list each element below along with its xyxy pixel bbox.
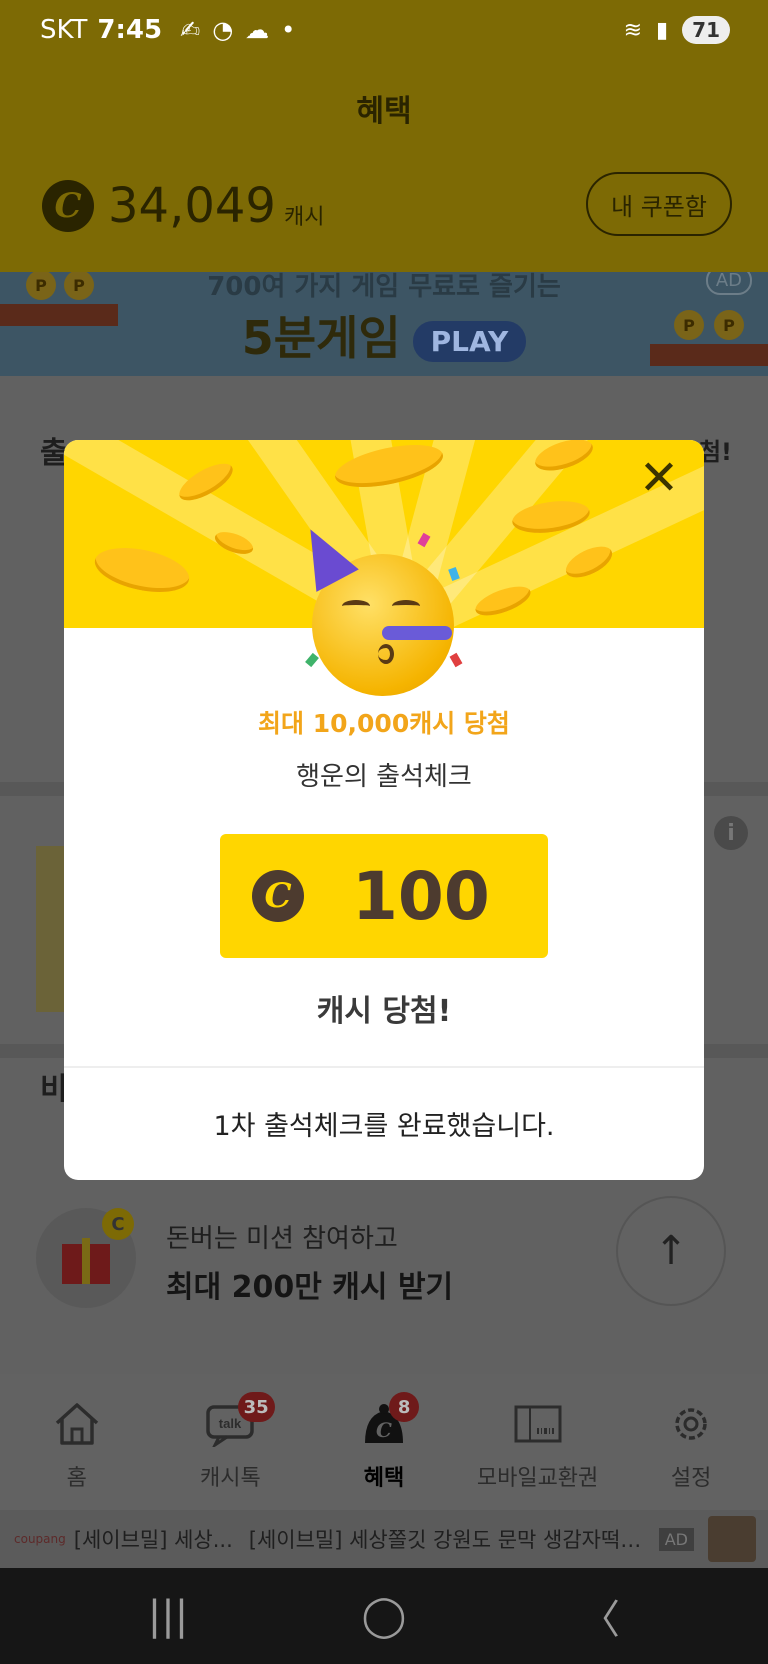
svg-text:talk: talk (219, 1416, 242, 1431)
game-banner[interactable]: P P P P 700여 가지 게임 무료로 즐기는 5분게임 PLAY AD (0, 272, 768, 376)
info-icon[interactable]: i (714, 816, 748, 850)
cash-coin-icon: C (252, 870, 304, 922)
mission-card[interactable]: C 돈버는 미션 참여하고 최대 200만 캐시 받기 ↑ (0, 1196, 768, 1336)
scroll-to-top-button[interactable]: ↑ (616, 1196, 726, 1306)
cash-amount: 34,049 (108, 178, 276, 234)
sync-icon: ◔ (212, 16, 234, 44)
nav-benefits[interactable]: 8 C 혜택 (307, 1374, 461, 1510)
coupang-logo: coupang (14, 1532, 66, 1546)
voucher-icon (512, 1400, 564, 1448)
play-badge: PLAY (412, 321, 527, 362)
nav-home-label: 홈 (66, 1466, 87, 1491)
gold-coin-decoration (90, 540, 194, 600)
gift-icon: C (36, 1208, 136, 1308)
page-header: 혜택 C 34,049 캐시 내 쿠폰함 (0, 60, 768, 272)
carrier-label: SKT (40, 15, 88, 45)
back-button[interactable]: 〈 (550, 1587, 650, 1645)
attendance-complete-message: 1차 출석체크를 완료했습니다. (213, 1111, 555, 1142)
dot-icon: • (281, 16, 296, 44)
benefits-badge: 8 (389, 1392, 420, 1422)
cloud-icon: ☁ (245, 16, 270, 44)
system-navigation-bar: ||| ◯ 〈 (0, 1568, 768, 1664)
cashtalk-badge: 35 (237, 1392, 275, 1422)
ad-label: AD (705, 272, 752, 295)
close-button[interactable]: ✕ (636, 454, 682, 504)
cash-unit: 캐시 (283, 205, 325, 230)
cash-won-label: 캐시 당첨! (316, 994, 452, 1029)
nav-benefits-label: 혜택 (363, 1466, 405, 1491)
modal-subtitle: 최대 10,000캐시 당첨 (258, 709, 510, 738)
bottom-navigation: 홈 35 talk 캐시톡 8 C 혜택 모바일교환권 설정 (0, 1374, 768, 1510)
ad-product-thumbnail (708, 1516, 756, 1562)
modal-divider (64, 1066, 704, 1068)
party-face-icon (289, 518, 468, 696)
home-icon (51, 1400, 103, 1448)
banner-title: 5분게임 PLAY (0, 302, 768, 368)
ad-text-secondary: [세이브밀] 세상쫄깃 강원도 문막 생감자떡 ... (248, 1528, 645, 1552)
signal-icon: ▮ (656, 17, 669, 43)
home-button[interactable]: ◯ (334, 1593, 434, 1639)
cash-balance: C 34,049 캐시 (42, 178, 324, 234)
gear-icon (665, 1400, 717, 1448)
wifi-icon: ≋ (623, 17, 643, 43)
notification-app-icon: ✍ (180, 16, 201, 44)
battery-indicator: 71 (682, 16, 730, 44)
prize-box: C 100 (220, 834, 548, 958)
cash-coin-icon: C (42, 180, 94, 232)
mission-description: 돈버는 미션 참여하고 (166, 1224, 398, 1254)
my-coupons-button[interactable]: 내 쿠폰함 (586, 172, 732, 236)
banner-title-text: 5분게임 (241, 311, 401, 365)
attendance-reward-modal: ✕ 최대 10,000캐시 당첨 행운의 출석체크 C 100 캐시 당첨! 1… (64, 440, 704, 1180)
nav-cashtalk[interactable]: 35 talk 캐시톡 (154, 1374, 308, 1510)
nav-settings[interactable]: 설정 (614, 1374, 768, 1510)
mission-reward: 최대 200만 캐시 받기 (166, 1270, 454, 1305)
status-bar: SKT 7:45 ✍ ◔ ☁ • ≋ ▮ 71 (0, 0, 768, 60)
svg-text:C: C (376, 1418, 392, 1442)
ad-text-primary: [세이브밀] 세상... (73, 1528, 233, 1552)
nav-settings-label: 설정 (670, 1466, 712, 1491)
page-title: 혜택 (356, 94, 412, 129)
modal-event-name: 행운의 출석체크 (296, 762, 472, 792)
nav-mobile-voucher[interactable]: 모바일교환권 (461, 1374, 615, 1510)
nav-mobile-voucher-label: 모바일교환권 (476, 1466, 599, 1491)
nav-home[interactable]: 홈 (0, 1374, 154, 1510)
banner-subtitle: 700여 가지 게임 무료로 즐기는 (207, 272, 561, 302)
recent-apps-button[interactable]: ||| (118, 1593, 218, 1639)
ad-banner[interactable]: coupang [세이브밀] 세상... [세이브밀] 세상쫄깃 강원도 문막 … (0, 1510, 768, 1568)
prize-amount: 100 (352, 857, 490, 935)
nav-cashtalk-label: 캐시톡 (200, 1466, 261, 1491)
ad-tag: AD (658, 1527, 694, 1551)
clock: 7:45 (97, 15, 163, 45)
